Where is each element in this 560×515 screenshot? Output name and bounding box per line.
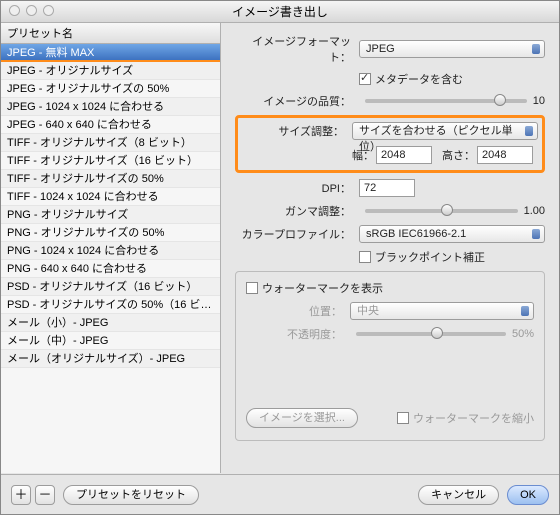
preset-item[interactable]: PNG - オリジナルサイズ [1, 206, 220, 224]
remove-preset-button[interactable]: － [35, 485, 55, 505]
watermark-checkbox[interactable] [246, 282, 258, 294]
reset-preset-button[interactable]: プリセットをリセット [63, 485, 199, 505]
preset-sidebar: プリセット名 JPEG - 無料 MAXJPEG - オリジナルサイズJPEG … [1, 23, 221, 473]
metadata-label: メタデータを含む [375, 71, 463, 87]
gamma-slider[interactable] [365, 209, 518, 213]
preset-item[interactable]: PSD - オリジナルサイズ（16 ビット） [1, 278, 220, 296]
wm-opacity-slider [356, 332, 506, 336]
height-label: 高さ： [442, 147, 475, 163]
wm-opacity-value: 50% [512, 328, 534, 340]
cancel-button[interactable]: キャンセル [418, 485, 499, 505]
close-icon[interactable] [9, 5, 20, 16]
preset-header: プリセット名 [1, 23, 220, 44]
gamma-thumb[interactable] [441, 204, 453, 216]
dpi-label: DPI： [235, 180, 351, 196]
preset-item[interactable]: TIFF - 1024 x 1024 に合わせる [1, 188, 220, 206]
window-title: イメージ書き出し [232, 5, 328, 19]
wm-opacity-label: 不透明度： [246, 326, 342, 342]
preset-item[interactable]: TIFF - オリジナルサイズの 50% [1, 170, 220, 188]
ok-button[interactable]: OK [507, 485, 549, 505]
wm-opacity-thumb [431, 327, 443, 339]
size-select[interactable]: サイズを合わせる（ピクセル単位） [352, 122, 538, 140]
zoom-icon[interactable] [43, 5, 54, 16]
gamma-label: ガンマ調整： [235, 203, 351, 219]
minimize-icon[interactable] [26, 5, 37, 16]
profile-select[interactable]: sRGB IEC61966-2.1 [359, 225, 545, 243]
footer: ＋ － プリセットをリセット キャンセル OK [1, 474, 559, 514]
select-image-button: イメージを選択... [246, 408, 358, 428]
quality-label: イメージの品質： [235, 93, 351, 109]
preset-item[interactable]: TIFF - オリジナルサイズ（16 ビット） [1, 152, 220, 170]
quality-slider[interactable] [365, 99, 527, 103]
preset-item[interactable]: JPEG - 1024 x 1024 に合わせる [1, 98, 220, 116]
wm-pos-label: 位置： [246, 303, 342, 319]
width-input[interactable]: 2048 [376, 146, 432, 164]
preset-item[interactable]: PSD - オリジナルサイズの 50%（16 ビッ… [1, 296, 220, 314]
watermark-group: ウォーターマークを表示 位置： 中央 不透明度： 50% イメージを選択... [235, 271, 545, 441]
blackpoint-checkbox[interactable] [359, 251, 371, 263]
preset-item[interactable]: メール（小）- JPEG [1, 314, 220, 332]
shrink-label: ウォーターマークを縮小 [413, 410, 534, 426]
preset-item[interactable]: PNG - 1024 x 1024 に合わせる [1, 242, 220, 260]
preset-item[interactable]: JPEG - オリジナルサイズ [1, 62, 220, 80]
dpi-input[interactable]: 72 [359, 179, 415, 197]
format-select[interactable]: JPEG [359, 40, 545, 58]
preset-item[interactable]: JPEG - オリジナルサイズの 50% [1, 80, 220, 98]
quality-max: 10 [533, 95, 545, 107]
height-input[interactable]: 2048 [477, 146, 533, 164]
quality-thumb[interactable] [494, 94, 506, 106]
preset-item[interactable]: PNG - オリジナルサイズの 50% [1, 224, 220, 242]
preset-list[interactable]: JPEG - 無料 MAXJPEG - オリジナルサイズJPEG - オリジナル… [1, 44, 220, 473]
shrink-checkbox [397, 412, 409, 424]
preset-item[interactable]: PNG - 640 x 640 に合わせる [1, 260, 220, 278]
traffic-lights [9, 5, 54, 16]
profile-label: カラープロファイル： [235, 226, 351, 242]
size-label: サイズ調整： [242, 123, 344, 139]
watermark-show-label: ウォーターマークを表示 [262, 280, 383, 296]
preset-item[interactable]: TIFF - オリジナルサイズ（8 ビット） [1, 134, 220, 152]
size-highlight: サイズ調整： サイズを合わせる（ピクセル単位） 幅： 2048 高さ： 2048 [235, 115, 545, 173]
add-preset-button[interactable]: ＋ [11, 485, 31, 505]
format-label: イメージフォーマット： [235, 33, 351, 65]
metadata-checkbox[interactable] [359, 73, 371, 85]
titlebar: イメージ書き出し [1, 1, 559, 23]
preset-item[interactable]: メール（中）- JPEG [1, 332, 220, 350]
blackpoint-label: ブラックポイント補正 [375, 249, 485, 265]
preset-item[interactable]: JPEG - 640 x 640 に合わせる [1, 116, 220, 134]
preset-item[interactable]: JPEG - 無料 MAX [1, 44, 220, 62]
gamma-value: 1.00 [524, 205, 545, 217]
preset-item[interactable]: メール（オリジナルサイズ）- JPEG [1, 350, 220, 368]
export-dialog: イメージ書き出し プリセット名 JPEG - 無料 MAXJPEG - オリジナ… [0, 0, 560, 515]
wm-pos-select: 中央 [350, 302, 534, 320]
main-panel: イメージフォーマット： JPEG メタデータを含む イメージの品質： 10 サイ… [221, 23, 559, 473]
